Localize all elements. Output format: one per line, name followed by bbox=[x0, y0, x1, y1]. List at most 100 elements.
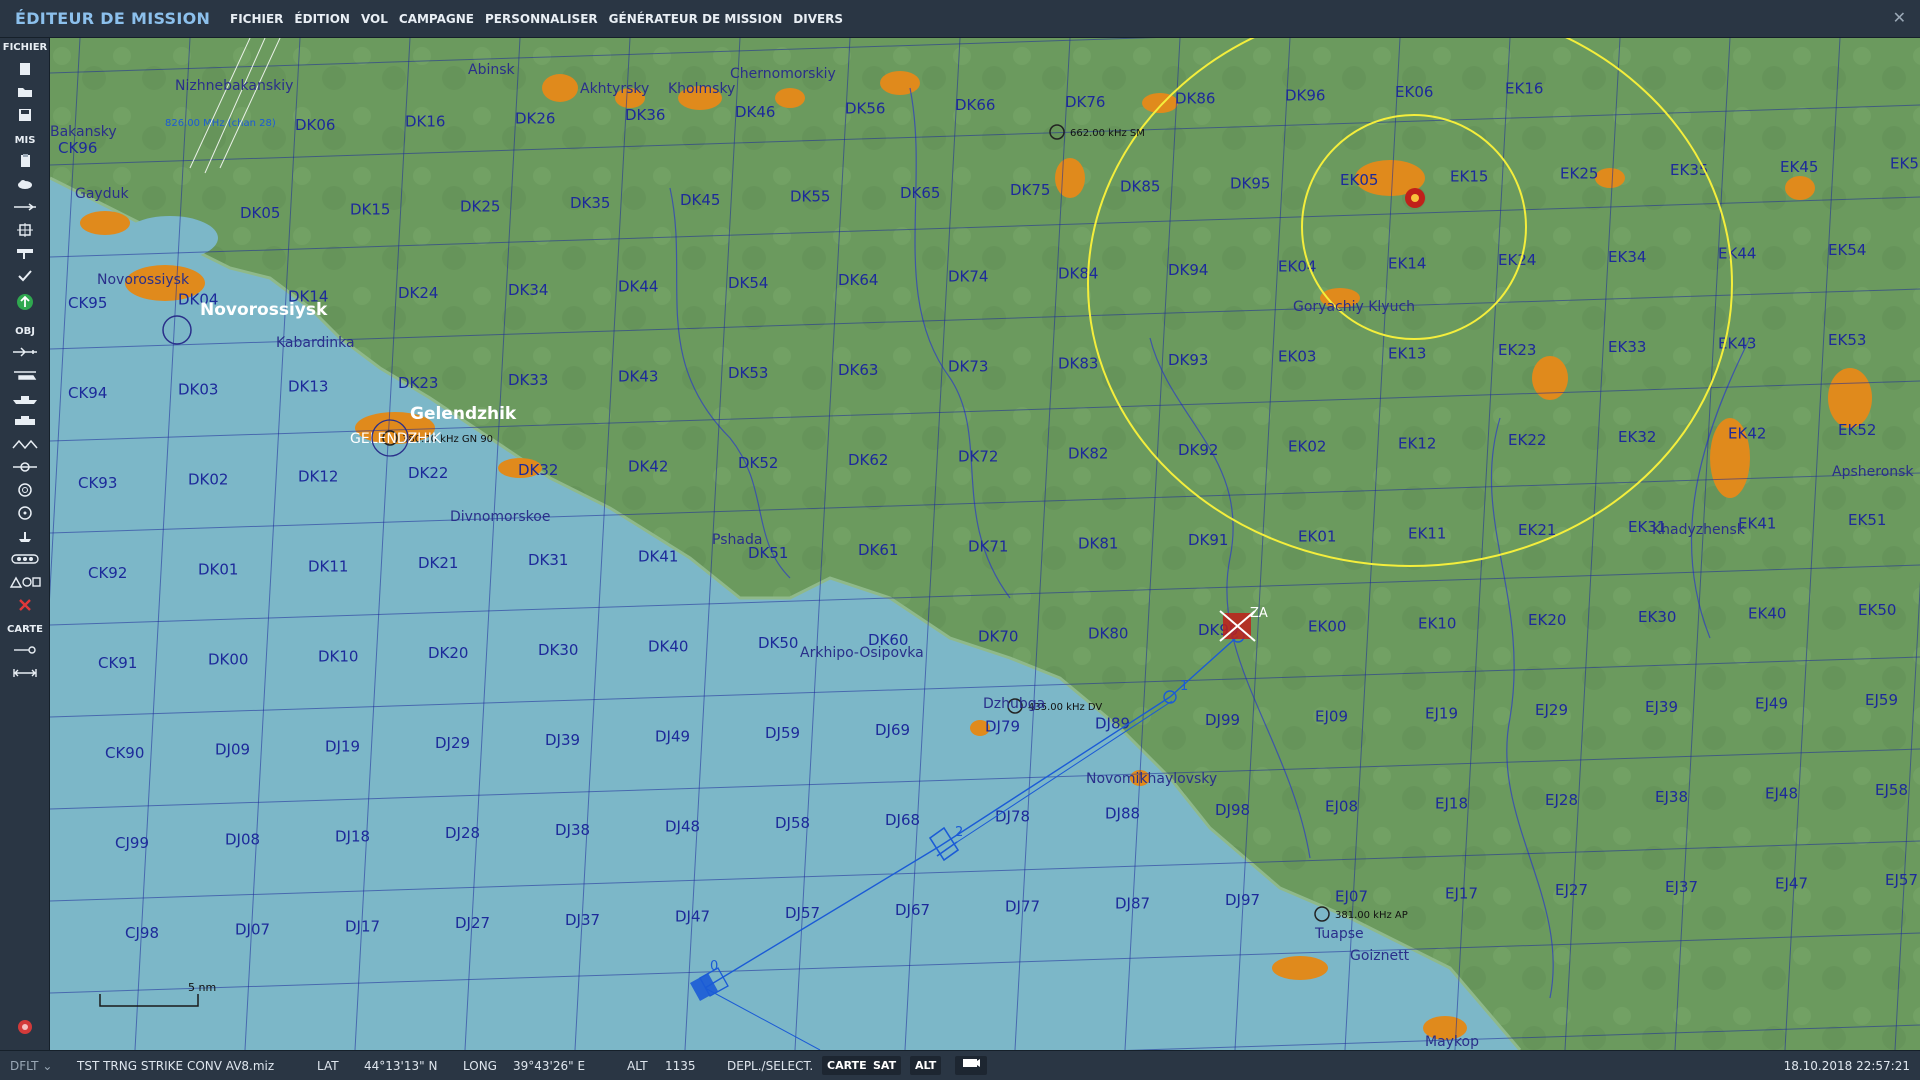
grid-label: CK90 bbox=[105, 744, 144, 762]
view-sat-button[interactable]: SAT bbox=[868, 1056, 902, 1075]
mode-label: DEPL./SELECT. bbox=[727, 1059, 814, 1073]
flight-path-button[interactable] bbox=[6, 198, 44, 216]
grid-label: EK22 bbox=[1508, 431, 1546, 449]
view-carte-button[interactable]: CARTE bbox=[822, 1056, 872, 1075]
record-button[interactable] bbox=[6, 1018, 44, 1036]
grid-label: DJ19 bbox=[325, 737, 360, 755]
weather-button[interactable] bbox=[6, 175, 44, 193]
grid-label: EJ39 bbox=[1645, 698, 1678, 716]
add-target-zone-button[interactable] bbox=[6, 504, 44, 522]
map-line-icon bbox=[14, 646, 36, 654]
add-vehicle-button[interactable] bbox=[6, 412, 44, 430]
delete-button[interactable] bbox=[6, 596, 44, 614]
grid-label: DJ68 bbox=[885, 811, 920, 829]
grid-label: DK34 bbox=[508, 281, 548, 299]
grid-label: EK02 bbox=[1288, 438, 1326, 456]
grid-label: DJ18 bbox=[335, 827, 370, 845]
menu-vol[interactable]: VOL bbox=[361, 12, 388, 26]
grid-label: DK12 bbox=[298, 467, 338, 485]
save-icon bbox=[19, 109, 31, 121]
camera-toggle-button[interactable] bbox=[955, 1056, 987, 1075]
grid-label: EK21 bbox=[1518, 521, 1556, 539]
target-button[interactable] bbox=[6, 221, 44, 239]
add-waypoint-button[interactable] bbox=[6, 458, 44, 476]
town-label: Divnomorskoe bbox=[450, 509, 550, 525]
grid-label: DK86 bbox=[1175, 90, 1215, 108]
ruler-button[interactable] bbox=[6, 664, 44, 682]
map-canvas[interactable]: DK06 DK16 DK26 DK36 DK46 DK56 DK66 DK76 DK86 DK96… bbox=[50, 38, 1920, 1050]
briefing-clipboard-icon bbox=[21, 154, 30, 167]
flight-path-icon bbox=[14, 203, 36, 211]
menu-personnaliser[interactable]: PERSONNALISER bbox=[485, 12, 598, 26]
green-arrow-icon bbox=[17, 294, 33, 310]
add-ship-button[interactable] bbox=[6, 389, 44, 407]
new-file-button[interactable] bbox=[6, 60, 44, 78]
profile-selector[interactable]: DFLT ⌄ bbox=[10, 1059, 52, 1073]
add-shapes-button[interactable] bbox=[6, 573, 44, 591]
close-button[interactable]: ✕ bbox=[1893, 8, 1906, 27]
menu-generateur-de-mission[interactable]: GÉNÉRATEUR DE MISSION bbox=[609, 12, 783, 26]
grid-label: DK54 bbox=[728, 274, 768, 292]
waypoint-1-label: 1 bbox=[1180, 679, 1188, 694]
grid-label: DJ89 bbox=[1095, 714, 1130, 732]
sam-site-marker[interactable] bbox=[1405, 188, 1425, 208]
add-helicopter-button[interactable] bbox=[6, 366, 44, 384]
add-circle-zone-button[interactable] bbox=[6, 481, 44, 499]
add-airdrome-button[interactable] bbox=[6, 435, 44, 453]
grid-label: EJ59 bbox=[1865, 691, 1898, 709]
grid-label: DK95 bbox=[1230, 174, 1270, 192]
grid-label: EK44 bbox=[1718, 245, 1756, 263]
open-file-button[interactable] bbox=[6, 83, 44, 101]
add-group-button[interactable] bbox=[6, 550, 44, 568]
add-plane-button[interactable] bbox=[6, 343, 44, 361]
grid-label: CK92 bbox=[88, 564, 127, 582]
grid-label: DJ59 bbox=[765, 724, 800, 742]
grid-label: EK33 bbox=[1608, 338, 1646, 356]
grid-label: DJ27 bbox=[455, 914, 490, 932]
grid-label: DK84 bbox=[1058, 264, 1098, 282]
grid-label: DK85 bbox=[1120, 178, 1160, 196]
menu-campagne[interactable]: CAMPAGNE bbox=[399, 12, 474, 26]
long-value: 39°43'26" E bbox=[513, 1059, 586, 1073]
mission-map[interactable]: DK06 DK16 DK26 DK36 DK46 DK56 DK66 DK76 DK86 DK96… bbox=[50, 38, 1920, 1050]
grid-label: DJ47 bbox=[675, 908, 710, 926]
grid-label: DK01 bbox=[198, 561, 238, 579]
mission-filename: TST TRNG STRIKE CONV AV8.miz bbox=[77, 1059, 275, 1073]
view-alt-button[interactable]: ALT bbox=[910, 1056, 942, 1075]
menu-edition[interactable]: ÉDITION bbox=[294, 12, 350, 26]
grid-label: DJ87 bbox=[1115, 894, 1150, 912]
delete-icon bbox=[19, 599, 31, 611]
grid-label: EK20 bbox=[1528, 611, 1566, 629]
map-line-button[interactable] bbox=[6, 641, 44, 659]
briefing-button[interactable] bbox=[6, 152, 44, 170]
grid-label: EJ47 bbox=[1775, 875, 1808, 893]
grid-label: EK50 bbox=[1858, 601, 1896, 619]
grid-label: DK72 bbox=[958, 448, 998, 466]
record-icon bbox=[18, 1020, 32, 1034]
grid-label: DK45 bbox=[680, 191, 720, 209]
menu-fichier[interactable]: FICHIER bbox=[230, 12, 283, 26]
add-objective-button[interactable] bbox=[6, 293, 44, 311]
town-label: Novomikhaylovsky bbox=[1086, 771, 1217, 787]
grid-label: DJ77 bbox=[1005, 898, 1040, 916]
add-static-object-button[interactable] bbox=[6, 527, 44, 545]
grid-label: EJ38 bbox=[1655, 788, 1688, 806]
grid-label: DK44 bbox=[618, 278, 658, 296]
circle-zone-icon bbox=[18, 483, 32, 497]
grid-label: DJ28 bbox=[445, 824, 480, 842]
town-label: Dzhubga bbox=[983, 696, 1045, 712]
grid-label: EK13 bbox=[1388, 344, 1426, 362]
grid-label: DJ97 bbox=[1225, 891, 1260, 909]
trigger-button[interactable] bbox=[6, 244, 44, 262]
grid-label: EK30 bbox=[1638, 608, 1676, 626]
lat-value: 44°13'13" N bbox=[364, 1059, 438, 1073]
save-button[interactable] bbox=[6, 106, 44, 124]
grid-label: DJ08 bbox=[225, 831, 260, 849]
menu-divers[interactable]: DIVERS bbox=[793, 12, 843, 26]
grid-label: DJ57 bbox=[785, 904, 820, 922]
grid-label: EK16 bbox=[1505, 80, 1543, 98]
check-button[interactable] bbox=[6, 267, 44, 285]
town-label: Goryachiy Klyuch bbox=[1293, 299, 1415, 315]
grid-label: DK10 bbox=[318, 647, 358, 665]
grid-label: DK65 bbox=[900, 184, 940, 202]
